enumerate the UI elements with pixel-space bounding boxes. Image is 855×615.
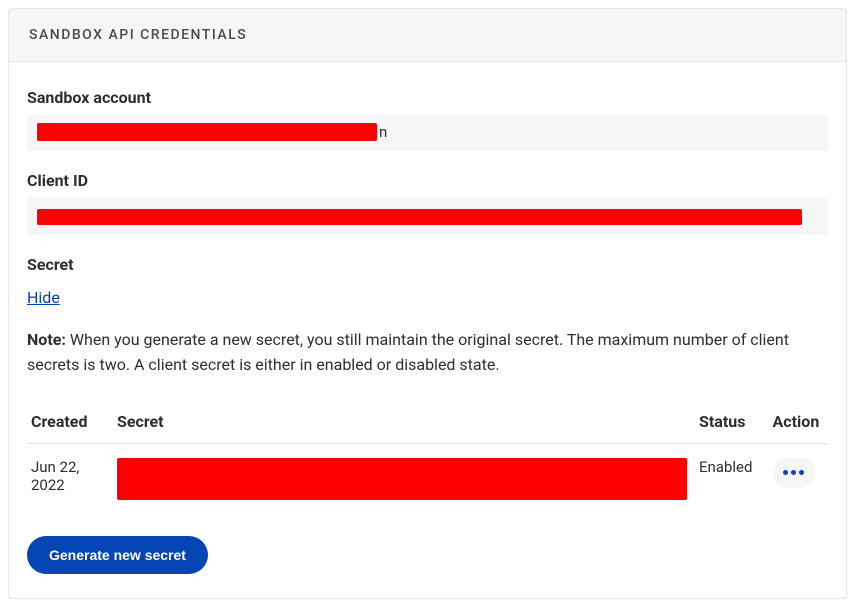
note-text: When you generate a new secret, you stil… [27, 330, 789, 375]
hide-secret-link[interactable]: Hide [27, 288, 60, 307]
redacted-bar [37, 209, 802, 225]
note-prefix: Note: [27, 330, 66, 349]
card-body: Sandbox account n Client ID Secret Hide … [9, 62, 846, 598]
credentials-card: SANDBOX API CREDENTIALS Sandbox account … [8, 8, 847, 599]
col-header-status: Status [695, 402, 769, 444]
client-id-value[interactable] [27, 198, 828, 235]
ellipsis-icon [783, 470, 788, 475]
table-row: Jun 22, 2022 Enabled [27, 443, 828, 514]
sandbox-account-label: Sandbox account [27, 88, 828, 107]
col-header-secret: Secret [113, 402, 695, 444]
cell-status: Enabled [695, 443, 769, 514]
redacted-bar [117, 458, 687, 500]
col-header-created: Created [27, 402, 113, 444]
redacted-bar [37, 123, 377, 141]
row-action-button[interactable] [773, 458, 815, 488]
cell-action [769, 443, 828, 514]
generate-secret-button[interactable]: Generate new secret [27, 536, 208, 574]
card-title: SANDBOX API CREDENTIALS [29, 27, 247, 43]
cell-created: Jun 22, 2022 [27, 443, 113, 514]
card-header: SANDBOX API CREDENTIALS [9, 9, 846, 62]
secrets-table: Created Secret Status Action Jun 22, 202… [27, 402, 828, 514]
ellipsis-icon [799, 470, 804, 475]
cell-secret [113, 443, 695, 514]
client-id-label: Client ID [27, 171, 828, 190]
secret-note: Note: When you generate a new secret, yo… [27, 327, 828, 378]
sandbox-account-trail: n [379, 123, 387, 141]
secret-label: Secret [27, 255, 828, 274]
col-header-action: Action [769, 402, 828, 444]
sandbox-account-value[interactable]: n [27, 115, 828, 151]
table-header-row: Created Secret Status Action [27, 402, 828, 444]
ellipsis-icon [791, 470, 796, 475]
